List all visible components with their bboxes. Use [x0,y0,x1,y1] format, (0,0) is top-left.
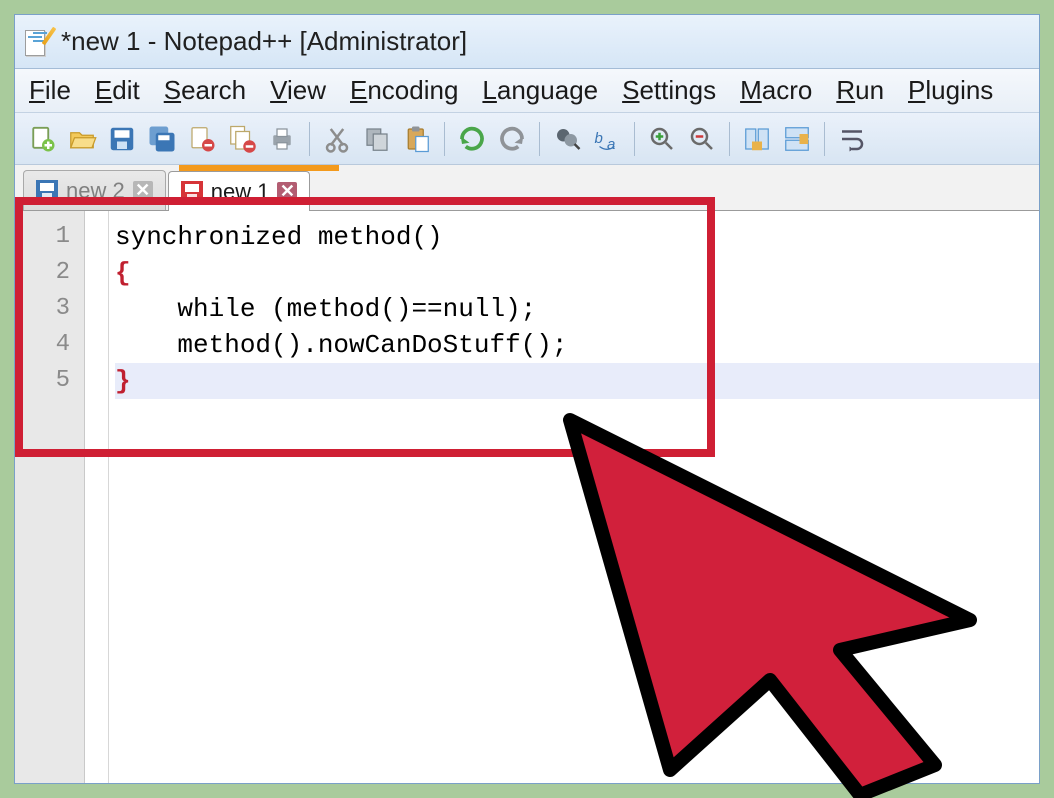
replace-icon[interactable]: ba [588,120,626,158]
code-line[interactable]: } [115,363,1039,399]
menu-plugins[interactable]: Plugins [908,75,993,106]
save-all-icon[interactable] [143,120,181,158]
menu-language[interactable]: Language [482,75,598,106]
tab-new-1[interactable]: new 1 ✕ [168,171,311,211]
line-number: 4 [15,327,84,363]
menu-file[interactable]: File [29,75,71,106]
tab-new-2[interactable]: new 2 ✕ [23,170,166,210]
code-line[interactable]: synchronized method() [115,219,1039,255]
close-all-icon[interactable] [223,120,261,158]
line-number: 1 [15,219,84,255]
sync-h-icon[interactable] [778,120,816,158]
menu-edit[interactable]: Edit [95,75,140,106]
paste-icon[interactable] [398,120,436,158]
menu-encoding[interactable]: Encoding [350,75,458,106]
menu-search[interactable]: Search [164,75,246,106]
toolbar-separator [634,122,635,156]
menu-view[interactable]: View [270,75,326,106]
toolbar-separator [824,122,825,156]
tab-label: new 2 [66,178,125,204]
menu-bar[interactable]: File Edit Search View Encoding Language … [15,69,1039,113]
sync-v-icon[interactable] [738,120,776,158]
save-icon[interactable] [103,120,141,158]
redo-icon[interactable] [493,120,531,158]
menu-settings[interactable]: Settings [622,75,716,106]
line-number: 2 [15,255,84,291]
toolbar-separator [539,122,540,156]
title-bar[interactable]: *new 1 - Notepad++ [Administrator] [15,15,1039,69]
code-area[interactable]: synchronized method() { while (method()=… [109,211,1039,783]
zoom-out-icon[interactable] [683,120,721,158]
print-icon[interactable] [263,120,301,158]
line-number-gutter: 1 2 3 4 5 [15,211,85,783]
save-unsaved-icon [181,181,203,203]
code-line[interactable]: while (method()==null); [115,291,1039,327]
save-icon [36,180,58,202]
cut-icon[interactable] [318,120,356,158]
code-editor[interactable]: 1 2 3 4 5 synchronized method() { while … [15,211,1039,783]
new-file-icon[interactable] [23,120,61,158]
wrap-icon[interactable] [833,120,871,158]
app-icon [23,26,51,58]
svg-text:a: a [607,136,615,153]
zoom-in-icon[interactable] [643,120,681,158]
fold-margin[interactable] [85,211,109,783]
code-line[interactable]: method().nowCanDoStuff(); [115,327,1039,363]
close-icon[interactable]: ✕ [277,182,297,202]
close-icon-tb[interactable] [183,120,221,158]
line-number: 3 [15,291,84,327]
close-icon[interactable]: ✕ [133,181,153,201]
menu-macro[interactable]: Macro [740,75,812,106]
line-number: 5 [15,363,84,399]
menu-run[interactable]: Run [836,75,884,106]
toolbar-separator [309,122,310,156]
tab-strip: new 2 ✕ new 1 ✕ [15,165,1039,211]
toolbar-separator [444,122,445,156]
tab-label: new 1 [211,179,270,205]
copy-icon[interactable] [358,120,396,158]
window-title: *new 1 - Notepad++ [Administrator] [61,26,467,57]
code-line[interactable]: { [115,255,1039,291]
toolbar-separator [729,122,730,156]
toolbar: ba [15,113,1039,165]
svg-text:b: b [595,129,603,146]
find-icon[interactable] [548,120,586,158]
open-file-icon[interactable] [63,120,101,158]
app-window: *new 1 - Notepad++ [Administrator] File … [14,14,1040,784]
undo-icon[interactable] [453,120,491,158]
